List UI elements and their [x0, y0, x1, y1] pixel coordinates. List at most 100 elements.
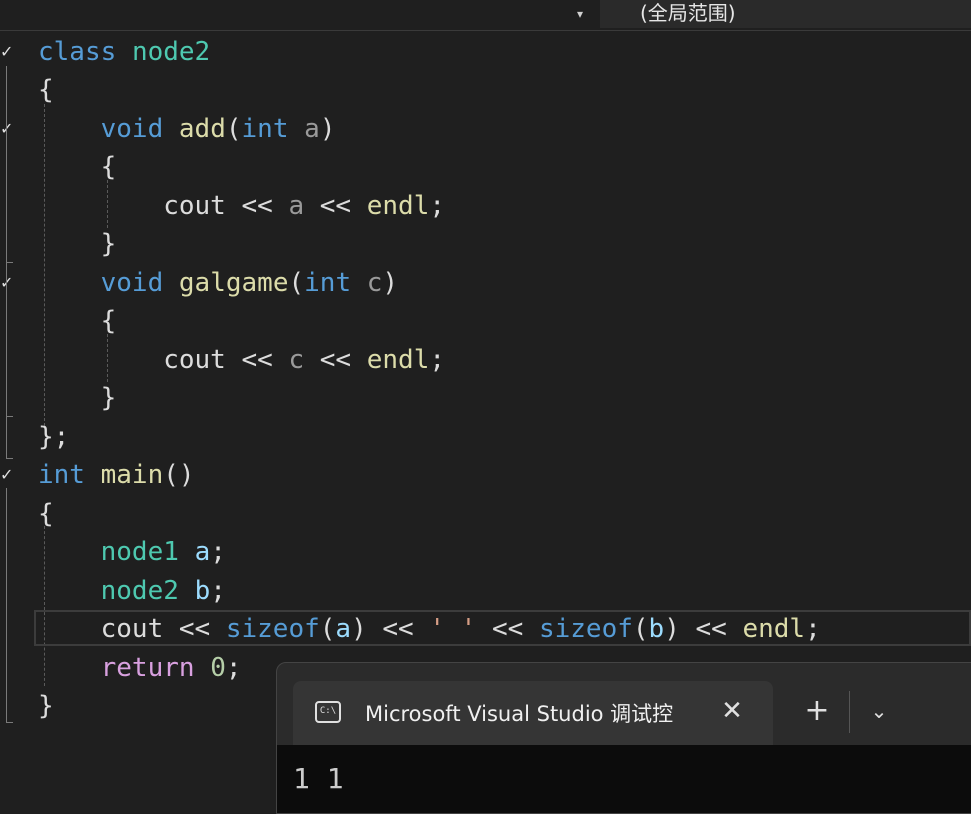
code-token: endl	[742, 614, 806, 644]
code-token: ;	[210, 537, 226, 567]
member-dropdown-chevron-icon[interactable]: ▾	[570, 4, 590, 24]
code-token: }	[38, 691, 54, 721]
code-token: (	[319, 614, 336, 644]
code-token: b	[194, 576, 211, 606]
code-token: };	[38, 422, 70, 452]
code-line[interactable]: void add(int a)	[38, 110, 336, 148]
code-token: int	[241, 114, 289, 144]
code-token: )	[382, 268, 399, 298]
fold-check-icon[interactable]: ✓	[0, 275, 16, 291]
code-token: a	[194, 537, 211, 567]
code-line[interactable]: cout << c << endl;	[38, 341, 445, 379]
code-token: ;	[225, 653, 242, 683]
code-token: node1	[100, 537, 179, 567]
tab-separator	[849, 691, 850, 733]
code-token: }	[38, 383, 117, 413]
code-token: c	[366, 268, 383, 298]
code-token: ;	[429, 191, 446, 221]
code-token: a	[335, 614, 352, 644]
code-token: ) <<	[351, 614, 430, 644]
outline-line	[6, 66, 7, 458]
debug-console-window[interactable]: C:\ Microsoft Visual Studio 调试控 ✕ + ⌄ 1 …	[276, 662, 971, 814]
code-token: galgame	[178, 268, 289, 298]
code-token: <<	[241, 345, 273, 375]
code-token: endl	[366, 345, 430, 375]
code-token: )	[319, 114, 336, 144]
code-token: ;	[429, 345, 446, 375]
code-line[interactable]: }	[38, 225, 117, 263]
code-token: return	[100, 653, 195, 683]
code-token: sizeof	[225, 614, 320, 644]
code-line[interactable]: return 0;	[38, 649, 242, 687]
code-token: (	[288, 268, 305, 298]
code-token: int	[38, 460, 85, 490]
code-token: main	[100, 460, 164, 490]
code-token: class	[38, 37, 117, 67]
code-token: node2	[100, 576, 179, 606]
code-token: {	[38, 499, 54, 529]
code-line[interactable]: };	[38, 418, 69, 456]
code-line[interactable]: {	[38, 495, 54, 533]
new-tab-button[interactable]: +	[799, 693, 835, 729]
code-token: (	[632, 614, 649, 644]
code-line[interactable]: cout << a << endl;	[38, 187, 445, 225]
code-line[interactable]: cout << sizeof(a) << ' ' << sizeof(b) <<…	[38, 610, 821, 648]
fold-check-icon[interactable]: ✓	[0, 44, 16, 60]
console-output-text: 1 1	[293, 762, 344, 795]
code-line[interactable]: }	[38, 379, 117, 417]
code-line[interactable]: node1 a;	[38, 533, 226, 571]
code-token: cout	[38, 191, 242, 221]
code-line[interactable]: {	[38, 302, 117, 340]
code-token: void	[100, 114, 164, 144]
code-token: a	[288, 191, 305, 221]
code-line[interactable]: {	[38, 148, 117, 186]
code-token: }	[38, 229, 117, 259]
code-token: (	[225, 114, 242, 144]
outline-line	[6, 488, 7, 722]
editor-navigation-bar: ▾ (全局范围)	[0, 0, 971, 31]
code-line[interactable]: node2 b;	[38, 572, 226, 610]
code-token: int	[304, 268, 352, 298]
code-line[interactable]: void galgame(int c)	[38, 264, 398, 302]
terminal-tab-title: Microsoft Visual Studio 调试控	[365, 702, 674, 726]
code-token: ;	[210, 576, 226, 606]
console-output-area[interactable]: 1 1	[277, 745, 971, 813]
code-line[interactable]: class node2	[38, 33, 210, 71]
code-token: <<	[304, 191, 367, 221]
code-token: {	[38, 306, 117, 336]
code-line[interactable]: {	[38, 71, 54, 109]
close-tab-icon[interactable]: ✕	[717, 695, 747, 727]
fold-check-icon[interactable]: ✓	[0, 467, 16, 483]
outline-end	[6, 416, 13, 417]
fold-check-icon[interactable]: ✓	[0, 121, 16, 137]
outline-end	[6, 458, 13, 459]
code-token: endl	[366, 191, 430, 221]
code-token: ' '	[429, 614, 477, 644]
code-token: node2	[131, 37, 211, 67]
code-token: cout <<	[38, 614, 226, 644]
code-token: <<	[476, 614, 539, 644]
code-line[interactable]: }	[38, 687, 54, 725]
code-token: sizeof	[538, 614, 633, 644]
scope-label[interactable]: (全局范围)	[640, 0, 736, 28]
chevron-down-icon[interactable]: ⌄	[861, 693, 897, 729]
outline-end	[6, 262, 13, 263]
code-line[interactable]: int main()	[38, 456, 195, 494]
code-token: c	[288, 345, 305, 375]
outline-end	[6, 722, 13, 723]
console-icon: C:\	[315, 701, 341, 723]
code-token: 0	[210, 653, 226, 683]
